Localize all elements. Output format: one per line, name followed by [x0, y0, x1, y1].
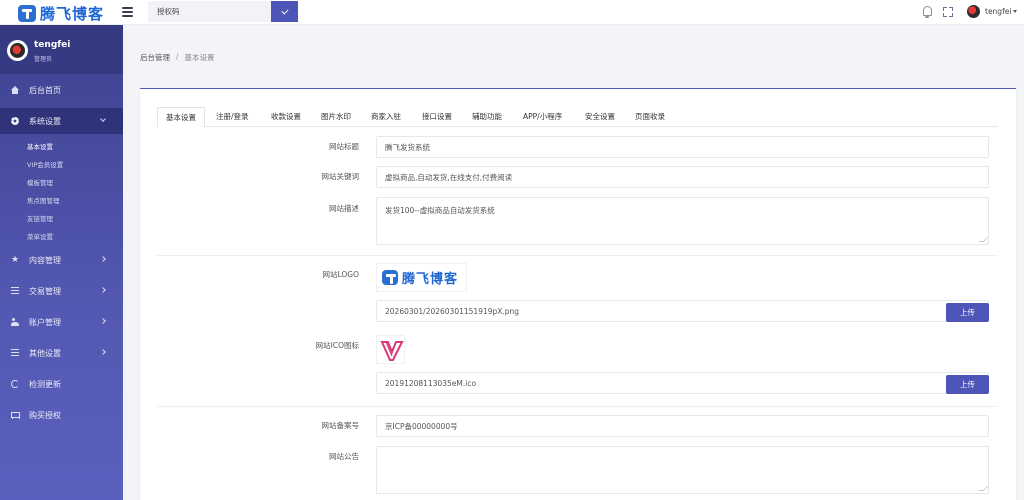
tab-page-indexing[interactable]: 页面收录 [627, 107, 673, 127]
site-description-value: 发货100--虚拟商品自动发货系统 [385, 206, 495, 215]
profile-avatar[interactable] [7, 40, 28, 61]
site-keywords-input[interactable] [376, 166, 989, 188]
logo-preview-image: 腾飞博客 [376, 263, 467, 292]
gear-icon [11, 117, 19, 125]
sidebar-item-label: 账户管理 [29, 317, 61, 327]
tab-auxiliary[interactable]: 辅助功能 [464, 107, 510, 127]
fullscreen-icon[interactable] [943, 7, 953, 17]
brand-logo[interactable]: 腾飞博客 [18, 3, 104, 24]
resize-handle-icon[interactable] [978, 486, 989, 491]
section-divider [157, 406, 998, 407]
users-icon [11, 318, 19, 326]
tab-merchant[interactable]: 商家入驻 [363, 107, 409, 127]
site-logo-path-input[interactable] [376, 300, 989, 322]
license-search [148, 1, 298, 22]
settings-card: 基本设置 注册/登录 收款设置 图片水印 商家入驻 接口设置 辅助功能 APP/… [140, 88, 1016, 500]
site-title-input[interactable] [376, 136, 989, 158]
site-description-label: 网站描述 [329, 204, 359, 213]
tab-watermark[interactable]: 图片水印 [313, 107, 359, 127]
site-keywords-label: 网站关键词 [321, 172, 360, 181]
tab-security[interactable]: 安全设置 [577, 107, 623, 127]
breadcrumb-separator: / [176, 52, 179, 61]
site-ico-path-input[interactable] [376, 372, 989, 394]
icp-input[interactable] [376, 415, 989, 437]
ico-upload-button[interactable]: 上传 [946, 375, 989, 394]
sidebar-item-accounts[interactable]: 账户管理 [0, 309, 123, 335]
chevron-down-icon [100, 116, 106, 122]
refresh-icon [11, 380, 19, 388]
chevron-right-icon [100, 287, 106, 293]
sidebar-subitem-basic-settings[interactable]: 基本设置 [27, 141, 53, 151]
notice-textarea[interactable] [376, 446, 989, 494]
menu-toggle-icon[interactable] [122, 7, 133, 17]
list-icon [11, 287, 19, 295]
caret-down-icon [1013, 10, 1018, 13]
profile-role: 管理员 [34, 56, 53, 63]
sidebar-item-label: 后台首页 [29, 85, 61, 95]
cart-icon [11, 411, 20, 420]
sidebar-item-system-settings[interactable]: 系统设置 [0, 108, 123, 134]
top-bar: 腾飞博客 tengfei [0, 0, 1024, 25]
sidebar-item-dashboard[interactable]: 后台首页 [0, 77, 123, 103]
sidebar-item-label: 系统设置 [29, 116, 61, 126]
sidebar-item-other-settings[interactable]: 其他设置 [0, 340, 123, 366]
sidebar-subitem-focus-images[interactable]: 焦点图管理 [27, 195, 60, 205]
sidebar: tengfei 管理员 后台首页 系统设置 基本设置 VIP会员设置 模板管理 … [0, 25, 123, 500]
user-menu-name: tengfei [985, 7, 1012, 16]
sidebar-subitem-menu-settings[interactable]: 菜单设置 [27, 231, 53, 241]
ico-preview-image [376, 335, 405, 364]
sidebar-subitem-friend-links[interactable]: 友链管理 [27, 213, 53, 223]
check-icon [280, 6, 289, 15]
icp-label: 网站备案号 [321, 421, 360, 430]
tab-app[interactable]: APP/小程序 [515, 107, 570, 127]
resize-handle-icon[interactable] [978, 237, 989, 242]
notice-label: 网站公告 [329, 452, 359, 461]
sidebar-item-transactions[interactable]: 交易管理 [0, 278, 123, 304]
sidebar-subitem-vip-settings[interactable]: VIP会员设置 [27, 159, 63, 169]
section-divider [157, 255, 998, 256]
logo-upload-button[interactable]: 上传 [946, 303, 989, 322]
home-icon [11, 86, 19, 94]
sidebar-profile: tengfei 管理员 [0, 25, 123, 74]
sidebar-item-check-update[interactable]: 检测更新 [0, 371, 123, 397]
sidebar-item-content[interactable]: ★ 内容管理 [0, 247, 123, 273]
site-title-label: 网站标题 [329, 142, 359, 151]
license-submit-button[interactable] [271, 1, 298, 22]
site-description-textarea[interactable]: 发货100--虚拟商品自动发货系统 [376, 197, 989, 245]
settings-tabs: 基本设置 注册/登录 收款设置 图片水印 商家入驻 接口设置 辅助功能 APP/… [157, 107, 998, 128]
user-menu[interactable]: tengfei [967, 5, 1018, 18]
logo-preview-text: 腾飞博客 [402, 272, 459, 287]
site-logo-label: 网站LOGO [322, 270, 359, 279]
license-code-input[interactable] [148, 1, 271, 22]
chevron-right-icon [100, 256, 106, 262]
sidebar-item-buy-license[interactable]: 购买授权 [0, 402, 123, 428]
brand-name: 腾飞博客 [40, 5, 105, 23]
avatar [967, 5, 980, 18]
logo-preview-mark [382, 270, 398, 285]
sidebar-item-label: 其他设置 [29, 348, 61, 358]
sidebar-subitem-templates[interactable]: 模板管理 [27, 177, 53, 187]
ico-v-logo-icon [380, 341, 404, 361]
chevron-right-icon [100, 349, 106, 355]
sidebar-item-label: 购买授权 [29, 410, 61, 420]
sidebar-item-label: 交易管理 [29, 286, 61, 296]
list-icon [11, 349, 19, 357]
site-ico-label: 网站ICO图标 [315, 341, 359, 350]
brand-logo-icon [18, 5, 36, 22]
sidebar-item-label: 内容管理 [29, 255, 61, 265]
breadcrumb-root[interactable]: 后台管理 [140, 52, 170, 63]
tab-payment[interactable]: 收款设置 [263, 107, 309, 127]
bell-icon[interactable] [922, 6, 932, 18]
tab-register-login[interactable]: 注册/登录 [208, 107, 257, 127]
chevron-right-icon [100, 318, 106, 324]
sidebar-item-label: 检测更新 [29, 379, 61, 389]
star-icon: ★ [11, 255, 20, 265]
tab-basic-settings[interactable]: 基本设置 [157, 107, 205, 128]
breadcrumb-current: 基本设置 [184, 53, 215, 62]
breadcrumb: 后台管理 / 基本设置 [140, 52, 215, 63]
tab-api[interactable]: 接口设置 [414, 107, 460, 127]
profile-name: tengfei [34, 40, 71, 50]
